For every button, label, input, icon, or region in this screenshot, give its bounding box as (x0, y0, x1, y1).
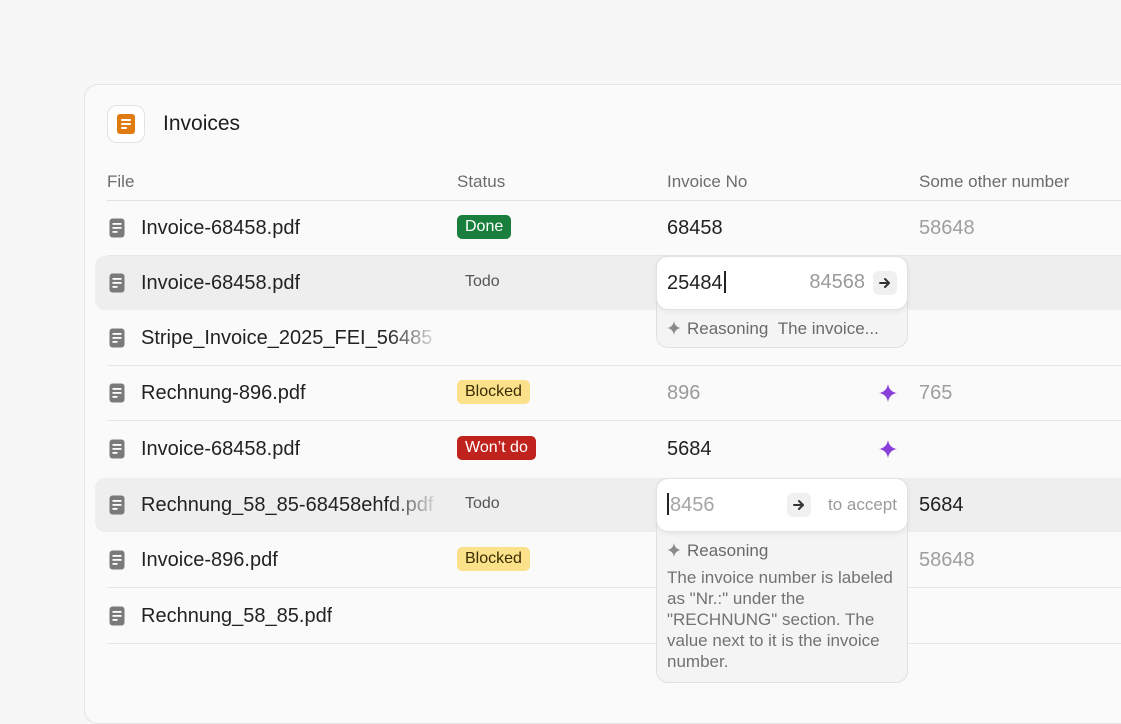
invoice-number-cell[interactable]: 68458 (667, 217, 723, 240)
input-placeholder: 8456 (670, 494, 715, 516)
file-icon (109, 273, 125, 293)
file-icon (109, 439, 125, 459)
reasoning-row[interactable]: Reasoning The invoice... (667, 319, 879, 339)
column-header-status[interactable]: Status (457, 172, 505, 192)
input-value: 25484 (667, 272, 723, 294)
table-row[interactable]: Rechnung_58_85.pdf (95, 589, 1121, 644)
suggested-value[interactable]: 84568 (809, 271, 865, 294)
page-title: Invoices (163, 112, 241, 135)
file-icon (109, 218, 125, 238)
invoice-doc-icon (107, 105, 145, 143)
accept-hint: to accept (828, 495, 897, 514)
file-name[interactable]: Invoice-68458.pdf (141, 272, 300, 295)
file-name[interactable]: Invoice-68458.pdf (141, 217, 300, 240)
column-header-invoice-no[interactable]: Invoice No (667, 172, 747, 192)
reasoning-row[interactable]: Reasoning (667, 541, 768, 561)
other-number-cell[interactable]: 765 (919, 382, 952, 405)
accept-suggestion-button[interactable] (873, 271, 897, 295)
invoice-suggestion-popup: 8456 to accept Reasoning The invoice num… (656, 478, 908, 683)
table-row[interactable]: Invoice-68458.pdf Won’t do 5684 (95, 422, 1121, 476)
file-icon (109, 495, 125, 515)
status-badge[interactable]: Todo (457, 492, 508, 516)
column-header-other-number[interactable]: Some other number (919, 172, 1069, 192)
sparkle-icon (667, 321, 681, 335)
file-name[interactable]: Rechnung-896.pdf (141, 382, 306, 405)
status-badge[interactable]: Blocked (457, 547, 530, 571)
column-header-file[interactable]: File (107, 172, 134, 192)
file-name[interactable]: Invoice-896.pdf (141, 549, 278, 572)
table-row[interactable]: Invoice-68458.pdf Todo (95, 256, 1121, 310)
other-number-cell[interactable]: 58648 (919, 217, 975, 240)
ai-sparkle-icon[interactable] (879, 440, 897, 458)
sparkle-icon (667, 543, 681, 557)
status-badge[interactable]: Blocked (457, 380, 530, 404)
file-name[interactable]: Invoice-68458.pdf (141, 438, 300, 461)
arrow-right-icon (879, 278, 890, 288)
reasoning-label: Reasoning (687, 541, 769, 560)
status-badge[interactable]: Done (457, 215, 512, 239)
invoices-panel: Invoices File Status Invoice No Some oth… (84, 84, 1121, 724)
table-row[interactable]: Invoice-896.pdf Blocked 58648 (95, 533, 1121, 588)
status-badge[interactable]: Won’t do (457, 436, 536, 460)
other-number-cell[interactable]: 5684 (919, 494, 964, 517)
text-caret (723, 271, 726, 293)
table-row[interactable]: Stripe_Invoice_2025_FEI_56485 (95, 311, 1121, 366)
text-caret (667, 493, 669, 515)
status-badge[interactable]: Todo (457, 270, 508, 294)
invoice-suggestion-popup: 25484 84568 Reasoning The invoice... (656, 256, 908, 348)
input-value-wrap: 8456 (667, 493, 715, 517)
table-row[interactable]: Invoice-68458.pdf Done 68458 58648 (95, 201, 1121, 256)
file-icon (109, 383, 125, 403)
table-row[interactable]: Rechnung_58_85-68458ehfd.pdf Todo 5684 (95, 478, 1121, 532)
invoice-number-input[interactable]: 25484 84568 (656, 256, 908, 310)
invoice-number-cell[interactable]: 5684 (667, 438, 712, 461)
invoice-number-input[interactable]: 8456 to accept (656, 478, 908, 532)
file-icon (109, 328, 125, 348)
file-name[interactable]: Rechnung_58_85-68458ehfd.pdf (141, 494, 441, 517)
invoice-number-cell[interactable]: 896 (667, 382, 700, 405)
reasoning-text: The invoice number is labeled as "Nr.:" … (667, 568, 893, 671)
file-name[interactable]: Rechnung_58_85.pdf (141, 605, 332, 628)
table-row[interactable]: Rechnung-896.pdf Blocked 896 765 (95, 366, 1121, 421)
row-divider (107, 420, 1121, 421)
reasoning-label: Reasoning (687, 319, 769, 338)
reasoning-preview: The invoice... (777, 319, 879, 338)
row-divider (107, 587, 1121, 588)
arrow-right-icon (793, 500, 804, 510)
ai-sparkle-icon[interactable] (879, 384, 897, 402)
file-icon (109, 606, 125, 626)
file-icon (109, 550, 125, 570)
input-value-wrap: 25484 (667, 271, 726, 295)
row-divider (107, 643, 1121, 644)
accept-suggestion-button[interactable] (787, 493, 811, 517)
file-name[interactable]: Stripe_Invoice_2025_FEI_56485 (141, 327, 441, 350)
other-number-cell[interactable]: 58648 (919, 549, 975, 572)
